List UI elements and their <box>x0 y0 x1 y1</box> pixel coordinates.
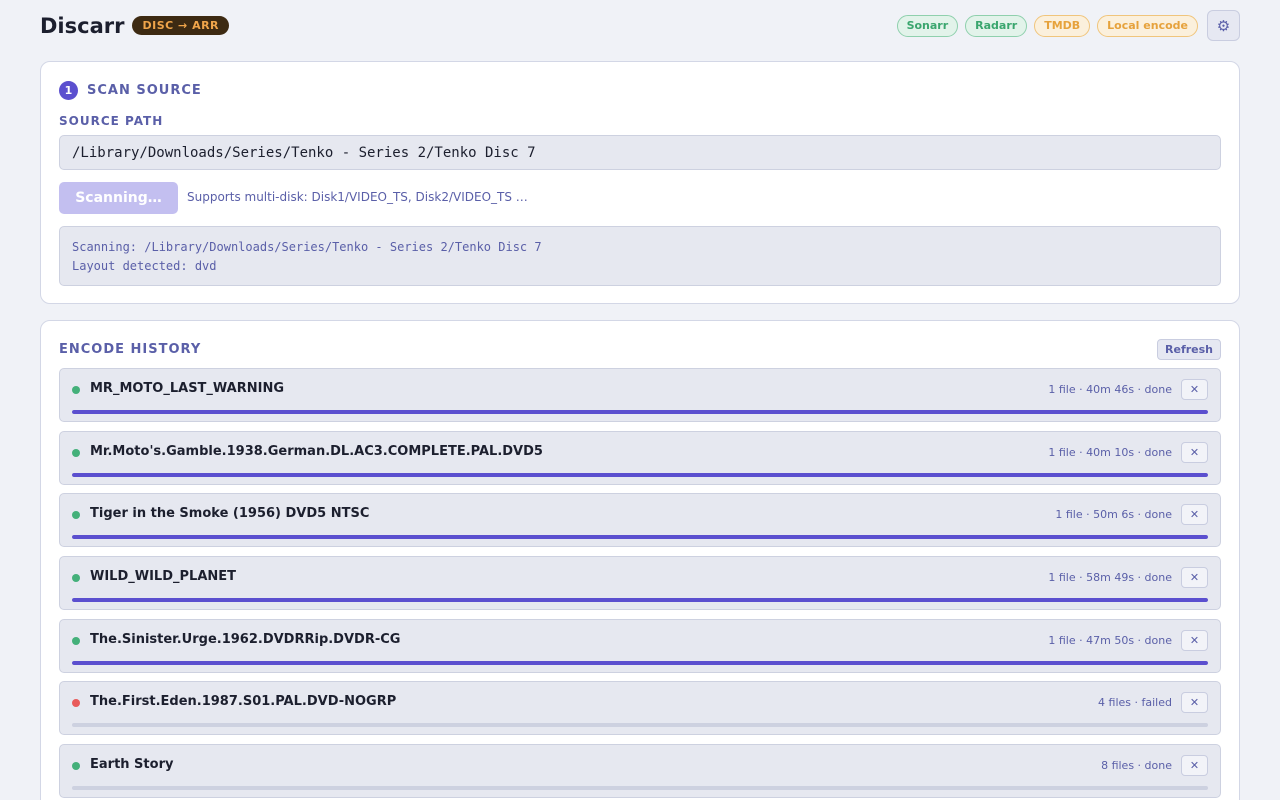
status-dot-icon <box>72 386 80 394</box>
history-item[interactable]: Mr.Moto's.Gamble.1938.German.DL.AC3.COMP… <box>59 430 1221 485</box>
history-item-name: Tiger in the Smoke (1956) DVD5 NTSC <box>90 506 370 522</box>
history-item[interactable]: The.First.Eden.1987.S01.PAL.DVD-NOGRP 4 f… <box>59 681 1221 736</box>
progress-track <box>72 535 1208 540</box>
status-dot-icon <box>72 448 80 457</box>
scan-section-title: SCAN SOURCE <box>87 83 202 98</box>
history-item[interactable]: WILD_WILD_PLANET 1 file · 58m 49s · done ✕ <box>59 556 1221 611</box>
progress-track <box>72 598 1208 603</box>
history-item-name: Mr.Moto's.Gamble.1938.German.DL.AC3.COMP… <box>90 443 543 459</box>
history-item-meta: 8 files · done <box>1101 759 1172 773</box>
close-icon: ✕ <box>1189 572 1200 585</box>
history-item-meta: 1 file · 40m 46s · done <box>1048 383 1172 396</box>
status-dot-icon <box>72 699 80 708</box>
progress-fill <box>72 535 1208 540</box>
progress-track <box>72 660 1208 665</box>
service-pill-sonarr[interactable]: Sonarr <box>896 14 959 37</box>
progress-track <box>72 786 1208 791</box>
remove-history-item-button[interactable]: ✕ <box>1181 441 1208 463</box>
progress-track <box>72 472 1208 477</box>
progress-fill <box>72 410 1208 414</box>
history-item-meta: 1 file · 47m 50s · done <box>1048 633 1172 647</box>
history-item-meta: 1 file · 40m 10s · done <box>1048 445 1172 459</box>
history-item[interactable]: The.Sinister.Urge.1962.DVDRRip.DVDR-CG 1 … <box>59 618 1221 673</box>
multi-disk-hint: Supports multi-disk: Disk1/VIDEO_TS, Dis… <box>187 190 528 204</box>
app-header: Discarr DISC → ARR Sonarr Radarr TMDB Lo… <box>40 9 1240 42</box>
close-icon: ✕ <box>1189 634 1200 647</box>
history-item-name: The.First.Eden.1987.S01.PAL.DVD-NOGRP <box>90 694 397 710</box>
settings-button[interactable]: ⚙ <box>1207 10 1240 41</box>
history-item[interactable]: Tiger in the Smoke (1956) DVD5 NTSC 1 fil… <box>59 493 1221 548</box>
service-pill-radarr[interactable]: Radarr <box>965 14 1028 37</box>
progress-track <box>72 410 1208 414</box>
remove-history-item-button[interactable]: ✕ <box>1181 755 1208 777</box>
scan-source-panel: 1 SCAN SOURCE SOURCE PATH Scanning… Supp… <box>40 61 1240 304</box>
close-icon: ✕ <box>1189 446 1200 459</box>
history-item[interactable]: MR_MOTO_LAST_WARNING 1 file · 40m 46s · d… <box>59 368 1221 422</box>
service-pill-tmdb[interactable]: TMDB <box>1034 14 1091 37</box>
status-dot-icon <box>72 762 80 771</box>
scan-button[interactable]: Scanning… <box>59 182 178 214</box>
history-item-name: WILD_WILD_PLANET <box>90 569 237 585</box>
gear-icon: ⚙ <box>1216 17 1231 35</box>
scan-log-line: Scanning: /Library/Downloads/Series/Tenk… <box>72 240 542 254</box>
service-pill-local-encode[interactable]: Local encode <box>1097 14 1198 37</box>
remove-history-item-button[interactable]: ✕ <box>1181 629 1208 651</box>
scan-log-line: Layout detected: dvd <box>72 259 217 273</box>
close-icon: ✕ <box>1189 384 1200 396</box>
scan-section-header: 1 SCAN SOURCE <box>59 81 202 100</box>
remove-history-item-button[interactable]: ✕ <box>1181 567 1208 589</box>
progress-fill <box>72 472 1208 477</box>
status-dot-icon <box>72 511 80 520</box>
step-number-badge: 1 <box>59 81 78 100</box>
history-item-meta: 1 file · 50m 6s · done <box>1055 508 1172 522</box>
refresh-button[interactable]: Refresh <box>1157 339 1221 360</box>
history-item-name: Earth Story <box>90 757 174 773</box>
history-item[interactable]: Earth Story 8 files · done ✕ <box>59 744 1221 799</box>
scan-log: Scanning: /Library/Downloads/Series/Tenk… <box>59 226 1221 286</box>
source-path-input[interactable] <box>59 135 1221 170</box>
close-icon: ✕ <box>1189 509 1200 522</box>
history-item-name: The.Sinister.Urge.1962.DVDRRip.DVDR-CG <box>90 631 401 647</box>
history-item-name: MR_MOTO_LAST_WARNING <box>90 381 285 396</box>
source-path-label: SOURCE PATH <box>59 114 164 128</box>
app-title: Discarr <box>40 13 125 38</box>
progress-fill <box>72 660 1208 665</box>
encode-history-title: ENCODE HISTORY <box>59 342 202 357</box>
remove-history-item-button[interactable]: ✕ <box>1181 504 1208 526</box>
progress-fill <box>72 598 1208 603</box>
remove-history-item-button[interactable]: ✕ <box>1181 379 1208 400</box>
remove-history-item-button[interactable]: ✕ <box>1181 692 1208 714</box>
encode-history-panel: ENCODE HISTORY Refresh MR_MOTO_LAST_WARN… <box>40 320 1240 800</box>
status-dot-icon <box>72 574 80 583</box>
status-dot-icon <box>72 636 80 645</box>
encode-history-list: MR_MOTO_LAST_WARNING 1 file · 40m 46s · d… <box>59 368 1221 800</box>
history-item-meta: 1 file · 58m 49s · done <box>1048 571 1172 585</box>
close-icon: ✕ <box>1189 760 1200 773</box>
progress-track <box>72 723 1208 728</box>
brand-badge: DISC → ARR <box>132 16 230 35</box>
history-item-meta: 4 files · failed <box>1098 696 1172 710</box>
close-icon: ✕ <box>1189 697 1200 710</box>
service-status-bar: Sonarr Radarr TMDB Local encode ⚙ <box>896 10 1240 41</box>
brand: Discarr DISC → ARR <box>40 13 230 38</box>
